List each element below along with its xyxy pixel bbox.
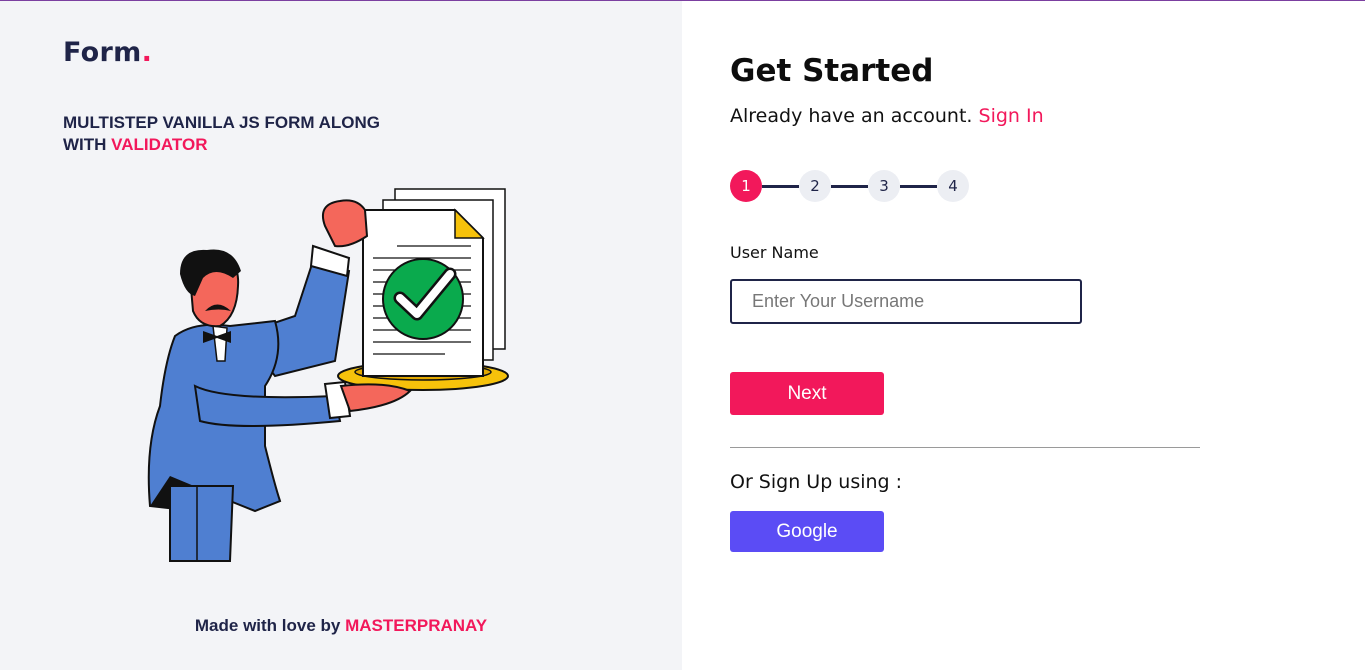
footer-prefix: Made with love by — [194, 616, 346, 635]
step-indicator: 1 2 3 4 — [730, 170, 990, 202]
tagline-line-2: WITH VALIDATOR — [63, 134, 423, 156]
google-signup-button[interactable]: Google — [730, 511, 884, 552]
tagline: MULTISTEP VANILLA JS FORM ALONG WITH VAL… — [63, 112, 423, 156]
divider — [730, 447, 1200, 448]
butler-illustration — [147, 188, 509, 562]
brand-logo: Form. — [63, 37, 152, 68]
signin-link[interactable]: Sign In — [979, 105, 1044, 127]
brand-name: Form — [63, 37, 142, 68]
step-connector — [831, 185, 868, 188]
tagline-line-1: MULTISTEP VANILLA JS FORM ALONG — [63, 113, 381, 132]
next-button[interactable]: Next — [730, 372, 884, 415]
step-2: 2 — [799, 170, 831, 202]
page-title: Get Started — [730, 53, 934, 89]
brand-dot: . — [141, 37, 153, 68]
step-connector — [762, 185, 799, 188]
alt-signup-label: Or Sign Up using : — [730, 471, 903, 493]
footer-author: MASTERPRANAY — [345, 616, 488, 635]
step-1: 1 — [730, 170, 762, 202]
step-3: 3 — [868, 170, 900, 202]
step-4: 4 — [937, 170, 969, 202]
step-connector — [900, 185, 937, 188]
username-input[interactable] — [730, 279, 1082, 324]
signin-prompt-text: Already have an account. — [730, 105, 979, 127]
form-panel: Get Started Already have an account. Sig… — [682, 1, 1365, 670]
signin-prompt: Already have an account. Sign In — [730, 105, 1044, 127]
left-panel: Form. MULTISTEP VANILLA JS FORM ALONG WI… — [0, 1, 682, 670]
tagline-accent: VALIDATOR — [111, 135, 208, 154]
footer-credit: Made with love by MASTERPRANAY — [0, 616, 682, 636]
username-label: User Name — [730, 243, 819, 262]
tagline-prefix: WITH — [63, 135, 112, 154]
